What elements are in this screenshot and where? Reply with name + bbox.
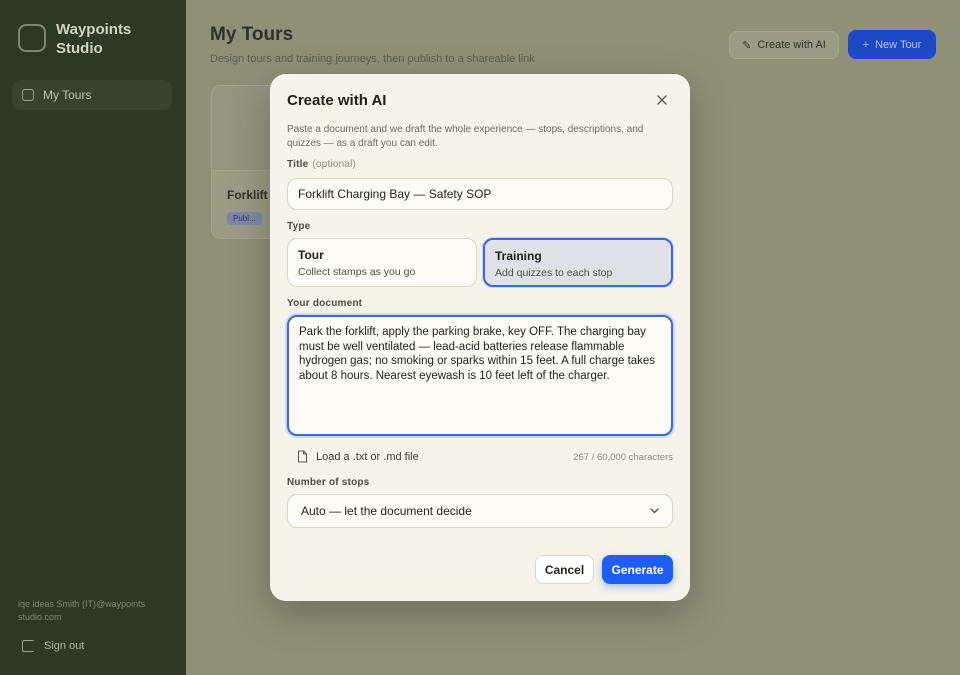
file-icon [297, 450, 308, 463]
stops-label: Number of stops [287, 477, 370, 488]
brand: Waypoints Studio [18, 20, 146, 58]
type-option-desc: Collect stamps as you go [298, 266, 416, 278]
page-title: My Tours [210, 24, 294, 45]
type-option-name: Tour [298, 248, 324, 262]
new-tour-label: New Tour [875, 38, 922, 51]
sidebar-item-my-tours[interactable]: My Tours [12, 80, 172, 110]
create-with-ai-button[interactable]: ✎ Create with AI [729, 31, 839, 59]
type-label: Type [287, 221, 311, 232]
status-badge: Publ... [227, 212, 262, 225]
load-file-label: Load a .txt or .md file [316, 450, 419, 463]
title-label-text: Title [287, 159, 309, 170]
cancel-button[interactable]: Cancel [535, 555, 594, 584]
type-option-training[interactable]: Training Add quizzes to each stop [483, 238, 673, 287]
plus-icon: + [862, 38, 870, 51]
sidebar-item-label: My Tours [43, 88, 92, 102]
create-with-ai-dialog: Create with AI Paste a document and we d… [270, 74, 690, 601]
page-subtitle: Design tours and training journeys, then… [210, 53, 535, 65]
document-label: Your document [287, 298, 363, 309]
close-button[interactable] [654, 92, 670, 108]
sign-out-button[interactable]: Sign out [22, 640, 84, 652]
type-option-tour[interactable]: Tour Collect stamps as you go [287, 238, 477, 287]
dialog-title: Create with AI [287, 92, 387, 109]
dialog-intro: Paste a document and we draft the whole … [287, 124, 644, 149]
brand-name: Waypoints Studio [56, 21, 132, 57]
type-option-name: Training [495, 249, 542, 263]
stops-select[interactable]: Auto — let the document decide [287, 494, 673, 528]
waypoints-logo-icon [18, 24, 46, 52]
new-tour-button[interactable]: + New Tour [848, 30, 936, 59]
optional-hint: (optional) [312, 159, 357, 170]
title-input[interactable] [287, 178, 673, 210]
sparkle-icon: ✎ [742, 39, 752, 52]
sign-out-icon [22, 640, 34, 652]
close-icon [657, 95, 667, 105]
sidebar: Waypoints Studio My Tours iqe ideas Smit… [0, 0, 186, 675]
tour-card-title: Forklift [227, 188, 268, 202]
create-with-ai-label: Create with AI [757, 39, 826, 51]
chevron-down-icon [650, 508, 659, 514]
sign-out-label: Sign out [44, 640, 85, 652]
document-textarea[interactable]: Park the forklift, apply the parking bra… [287, 315, 673, 436]
stops-selected-value: Auto — let the document decide [301, 504, 472, 518]
load-file-button[interactable]: Load a .txt or .md file [297, 450, 419, 463]
character-count: 267 / 60,000 characters [573, 452, 673, 463]
account-email: iqe ideas Smith (IT)@waypoints studio.co… [18, 599, 146, 622]
title-label: Title (optional) [287, 159, 356, 170]
grid-icon [22, 89, 34, 101]
generate-button[interactable]: Generate [602, 555, 673, 584]
type-option-desc: Add quizzes to each stop [495, 267, 613, 279]
